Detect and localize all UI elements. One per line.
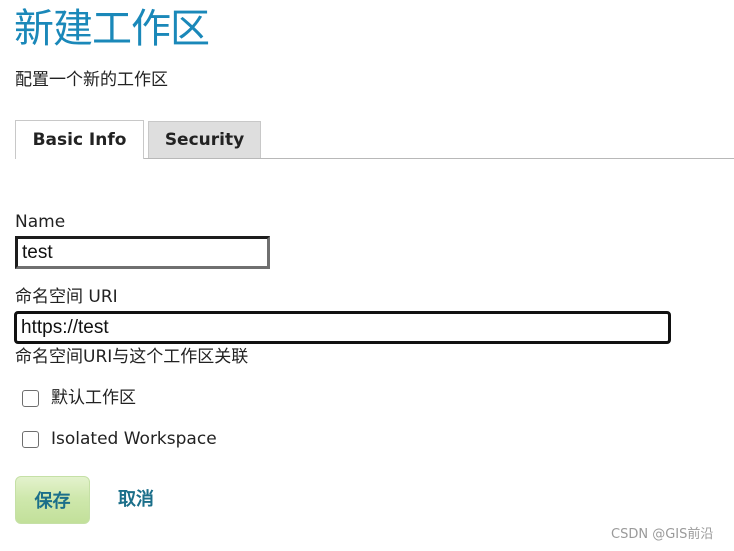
save-button[interactable]: 保存 <box>15 476 90 524</box>
uri-input[interactable] <box>14 311 671 344</box>
tab-basic-info-label: Basic Info <box>32 130 127 150</box>
tab-security-label: Security <box>164 130 245 150</box>
isolated-workspace-checkbox[interactable] <box>22 430 39 448</box>
default-workspace-checkbox[interactable] <box>22 389 39 407</box>
uri-label: 命名空间 URI <box>15 287 118 307</box>
uri-help-text: 命名空间URI与这个工作区关联 <box>15 347 249 367</box>
default-workspace-label[interactable]: 默认工作区 <box>51 387 136 409</box>
cancel-link[interactable]: 取消 <box>118 488 154 512</box>
name-label: Name <box>15 212 66 232</box>
tab-basic-info[interactable]: Basic Info <box>15 120 144 159</box>
watermark: CSDN @GIS前沿 <box>611 527 714 542</box>
name-input[interactable] <box>15 236 270 269</box>
page-subtitle: 配置一个新的工作区 <box>15 70 168 90</box>
page-title: 新建工作区 <box>14 6 210 52</box>
default-workspace-row[interactable]: 默认工作区 <box>22 387 136 409</box>
isolated-workspace-label[interactable]: Isolated Workspace <box>51 428 217 450</box>
isolated-workspace-row[interactable]: Isolated Workspace <box>22 428 217 450</box>
tab-security[interactable]: Security <box>148 121 261 158</box>
